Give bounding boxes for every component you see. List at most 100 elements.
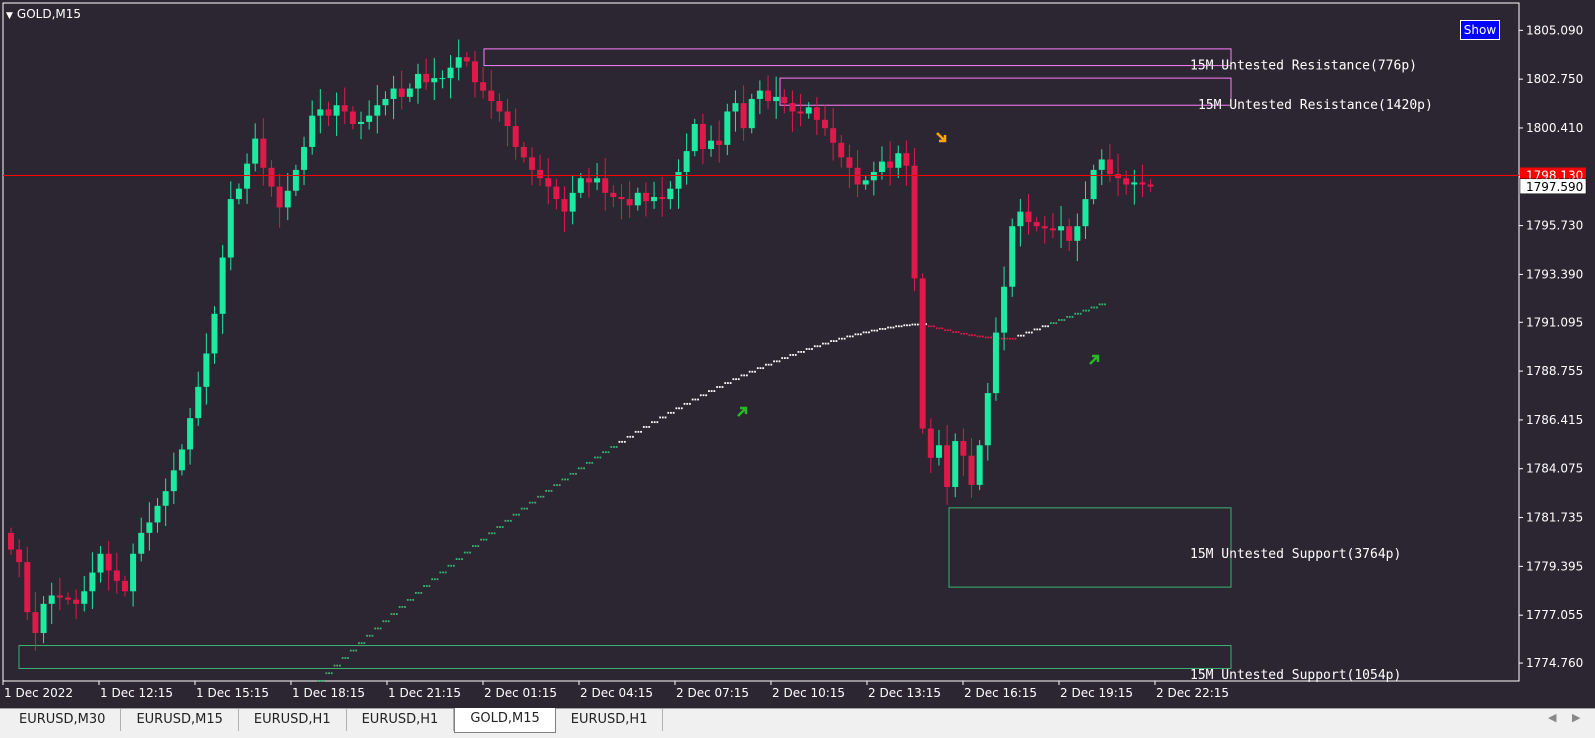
ma-dot [632, 435, 634, 438]
ma-dot [762, 367, 765, 370]
bull-candle [594, 178, 601, 183]
ma-dot [1009, 337, 1012, 340]
y-tick-label: 1791.095 [1526, 315, 1583, 329]
ma-dot [328, 672, 330, 675]
ma-dot [648, 426, 651, 428]
ma-dot [979, 335, 982, 338]
ma-dot [515, 513, 518, 516]
ma-dot [759, 367, 762, 370]
current-price-label: 1797.590 [1526, 180, 1583, 194]
chart-tab[interactable]: EURUSD,H1 [347, 709, 455, 731]
ma-dot [379, 627, 382, 630]
bear-candle [1025, 211, 1032, 223]
bull-candle [252, 138, 259, 164]
ma-dot [1006, 337, 1009, 340]
ma-dot [433, 578, 436, 581]
ma-dot [1039, 328, 1041, 331]
ma-dot [1087, 309, 1090, 312]
ma-dot [680, 407, 683, 410]
chart-tab-bar: EURUSD,M30 EURUSD,M15 EURUSD,H1 EURUSD,H1 GO… [0, 708, 1595, 738]
ma-dot [748, 370, 751, 373]
ma-dot [420, 592, 423, 594]
ma-dot [1028, 331, 1030, 334]
chart-tab[interactable]: EURUSD,M15 [121, 709, 239, 731]
ma-dot [990, 336, 992, 339]
chart-tab[interactable]: EURUSD,M30 [4, 709, 122, 731]
ma-dot [1036, 328, 1039, 331]
bull-candle [40, 603, 47, 634]
ma-dot [976, 335, 979, 338]
bear-candle [56, 595, 63, 598]
ma-dot [963, 332, 965, 335]
scroll-left-icon[interactable]: ◀ [1548, 711, 1556, 724]
ma-dot [561, 478, 564, 481]
ma-dot [887, 326, 889, 329]
ma-dot [626, 435, 629, 438]
price-chart[interactable]: 15M Untested Resistance(776p) 15M Unteste… [0, 0, 1595, 708]
x-tick-label: 1 Dec 18:15 [292, 686, 365, 700]
chart-symbol-label[interactable]: ▼ GOLD,M15 [6, 7, 81, 21]
ma-dot [1074, 312, 1077, 315]
bear-candle [1066, 226, 1073, 241]
bear-candle [64, 597, 71, 600]
chart-tab[interactable]: EURUSD,H1 [556, 709, 664, 731]
bull-candle [675, 171, 682, 189]
show-button[interactable]: Show [1460, 20, 1500, 40]
bull-candle [447, 67, 454, 79]
ma-dot [613, 446, 615, 448]
bear-candle [960, 441, 967, 456]
ma-dot [813, 345, 816, 348]
bull-candle [878, 161, 885, 172]
bull-candle [862, 180, 869, 185]
ma-dot [431, 578, 434, 581]
bull-candle [732, 103, 739, 112]
ma-dot [800, 351, 803, 353]
ma-dot [569, 472, 572, 475]
chart-title: GOLD,M15 [16, 7, 82, 21]
ma-dot [458, 558, 461, 561]
ma-dot [1060, 319, 1063, 321]
ma-dot [895, 325, 898, 328]
ma-dot [930, 325, 933, 328]
ma-dot [531, 501, 534, 504]
ma-dot [721, 386, 724, 388]
bear-candle [838, 142, 845, 158]
bull-candle [374, 105, 381, 116]
x-tick-label: 2 Dec 19:15 [1060, 686, 1133, 700]
ma-dot [349, 649, 352, 652]
y-tick-label: 1781.735 [1526, 511, 1583, 525]
bear-candle [325, 109, 332, 116]
chart-tab[interactable]: GOLD,M15 [454, 708, 556, 733]
bear-candle [423, 73, 430, 83]
x-tick-label: 2 Dec 13:15 [868, 686, 941, 700]
bull-candle [292, 169, 299, 191]
scroll-right-icon[interactable]: ▶ [1572, 711, 1580, 724]
ma-dot [322, 680, 325, 682]
ma-dot [656, 421, 659, 424]
ma-dot [897, 325, 900, 328]
ma-dot [808, 348, 811, 350]
ma-dot [575, 472, 577, 475]
ma-dot [987, 336, 990, 339]
collapse-triangle-icon[interactable]: ▼ [6, 11, 13, 21]
ma-dot [878, 328, 881, 330]
bull-candle [358, 121, 365, 124]
ma-dot [591, 461, 594, 464]
bear-candle [626, 199, 633, 206]
ma-dot [339, 664, 341, 667]
chart-tab[interactable]: EURUSD,H1 [239, 709, 347, 731]
x-tick-label: 2 Dec 16:15 [964, 686, 1037, 700]
bull-candle [244, 163, 251, 189]
ma-dot [792, 354, 794, 356]
ma-dot [816, 345, 819, 348]
ma-dot [1082, 309, 1085, 312]
ma-dot [846, 335, 849, 338]
bull-candle [227, 199, 234, 258]
bear-candle [1147, 184, 1154, 187]
bull-candle [1090, 169, 1097, 200]
ma-dot [406, 599, 409, 601]
ma-dot [935, 327, 938, 330]
ma-dot [737, 378, 740, 381]
ma-dot [1093, 306, 1096, 309]
bear-candle [504, 111, 511, 127]
